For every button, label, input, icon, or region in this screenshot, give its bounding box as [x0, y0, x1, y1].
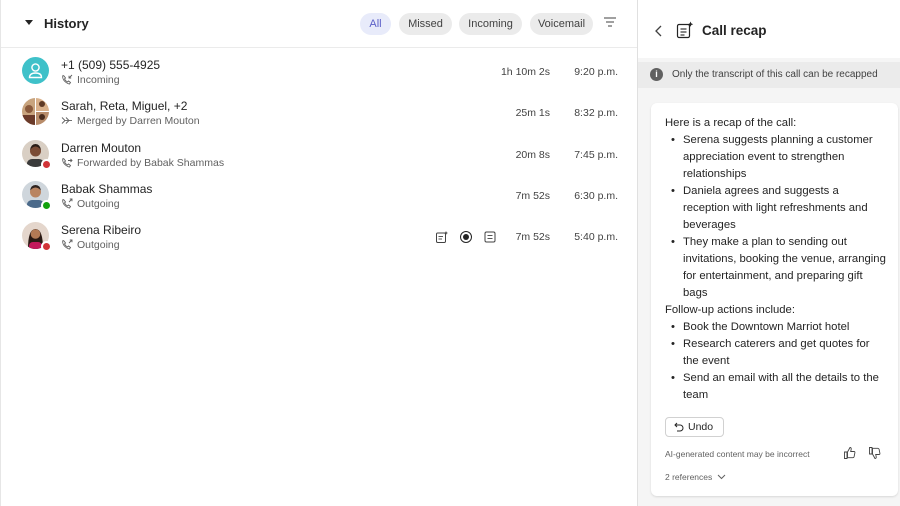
incoming-call-icon — [62, 74, 73, 85]
followup-item: Book the Downtown Marriot hotel — [665, 319, 887, 336]
darren-avatar — [22, 140, 52, 170]
call-detail-text: Outgoing — [77, 198, 120, 210]
call-detail: Incoming — [61, 74, 120, 86]
caller-name: Babak Shammas — [61, 182, 153, 196]
recap-content: Here is a recap of the call: Serena sugg… — [665, 115, 887, 404]
call-history-pane: History All Missed Incoming Voicemail +1… — [0, 0, 638, 506]
recap-point: They make a plan to sending out invitati… — [665, 234, 887, 302]
thumbs-up-icon[interactable] — [843, 446, 857, 460]
references-toggle[interactable]: 2 references — [665, 472, 726, 482]
call-duration: 25m 1s — [515, 107, 550, 119]
caller-name: Serena Ribeiro — [61, 223, 142, 237]
recap-card: Here is a recap of the call: Serena sugg… — [651, 103, 898, 496]
call-detail-text: Outgoing — [77, 239, 120, 251]
recap-point: Daniela agrees and suggests a reception … — [665, 183, 887, 234]
undo-arrow-icon — [674, 422, 684, 432]
outgoing-call-icon — [62, 239, 73, 250]
undo-button[interactable]: Undo — [665, 417, 724, 437]
banner-text: Only the transcript of this call can be … — [672, 69, 878, 80]
history-header: History All Missed Incoming Voicemail — [1, 0, 638, 48]
transcript-info-banner: i Only the transcript of this call can b… — [638, 62, 900, 88]
followup-item: Research caterers and get quotes for the… — [665, 336, 887, 370]
available-status-icon — [41, 200, 52, 211]
history-title: History — [44, 16, 89, 31]
babak-avatar — [22, 181, 52, 211]
call-row[interactable]: Sarah, Reta, Miguel, +2 Merged by Darren… — [1, 97, 638, 138]
recap-header: Call recap — [638, 0, 900, 58]
recap-point: Serena suggests planning a customer appr… — [665, 132, 887, 183]
call-detail-text: Forwarded by Babak Shammas — [77, 157, 225, 169]
back-chevron-icon[interactable] — [654, 24, 664, 38]
undo-label: Undo — [688, 421, 714, 433]
references-label: 2 references — [665, 472, 713, 482]
call-row[interactable]: Serena Ribeiro Outgoing 7m 52s 5:40 p.m. — [1, 221, 638, 262]
call-time: 6:30 p.m. — [574, 190, 618, 202]
serena-avatar — [22, 222, 52, 252]
caller-name: +1 (509) 555-4925 — [61, 58, 161, 72]
filter-icon[interactable] — [603, 16, 617, 28]
ai-disclaimer: AI-generated content may be incorrect — [665, 449, 810, 459]
call-row[interactable]: +1 (509) 555-4925 Incoming 1h 10m 2s 9:2… — [1, 56, 638, 97]
caller-name: Sarah, Reta, Miguel, +2 — [61, 99, 188, 113]
outgoing-call-icon — [62, 198, 73, 209]
followup-list: Book the Downtown Marriot hotel Research… — [665, 319, 887, 404]
call-detail-text: Incoming — [77, 74, 120, 86]
generic-person-avatar — [22, 57, 49, 84]
busy-status-icon — [41, 159, 52, 170]
info-icon: i — [650, 68, 663, 81]
call-recap-icon[interactable] — [435, 230, 449, 244]
call-detail: Outgoing — [61, 198, 120, 210]
collapse-caret-icon[interactable] — [25, 20, 33, 25]
filter-missed[interactable]: Missed — [399, 13, 452, 35]
call-recap-pane: Call recap i Only the transcript of this… — [637, 0, 900, 506]
followup-heading: Follow-up actions include: — [665, 304, 795, 316]
filter-incoming[interactable]: Incoming — [459, 13, 522, 35]
call-time: 7:45 p.m. — [574, 149, 618, 161]
chevron-down-icon — [717, 474, 726, 480]
busy-status-icon — [41, 241, 52, 252]
merge-arrow-icon — [61, 117, 72, 124]
group-avatar — [22, 98, 49, 125]
call-recap-icon — [676, 21, 694, 39]
filter-voicemail[interactable]: Voicemail — [530, 13, 593, 35]
call-time: 5:40 p.m. — [574, 231, 618, 243]
transcript-icon[interactable] — [483, 230, 497, 244]
call-duration: 1h 10m 2s — [500, 66, 550, 78]
call-detail-text: Merged by Darren Mouton — [77, 115, 200, 127]
call-detail: Merged by Darren Mouton — [61, 115, 200, 127]
recap-points-list: Serena suggests planning a customer appr… — [665, 132, 887, 302]
filter-all[interactable]: All — [360, 13, 391, 35]
recording-icon[interactable] — [459, 230, 473, 244]
call-duration: 7m 52s — [515, 231, 550, 243]
thumbs-down-icon[interactable] — [868, 446, 882, 460]
caller-name: Darren Mouton — [61, 141, 142, 155]
call-duration: 7m 52s — [515, 190, 550, 202]
call-detail: Forwarded by Babak Shammas — [61, 157, 224, 169]
call-duration: 20m 8s — [515, 149, 550, 161]
call-row[interactable]: Darren Mouton Forwarded by Babak Shammas… — [1, 139, 638, 180]
followup-item: Send an email with all the details to th… — [665, 370, 887, 404]
call-detail: Outgoing — [61, 239, 120, 251]
call-time: 8:32 p.m. — [574, 107, 618, 119]
forward-call-icon — [62, 157, 73, 168]
recap-intro: Here is a recap of the call: — [665, 117, 797, 129]
recap-title: Call recap — [702, 23, 767, 38]
call-row[interactable]: Babak Shammas Outgoing 7m 52s 6:30 p.m. — [1, 180, 638, 221]
call-time: 9:20 p.m. — [574, 66, 618, 78]
